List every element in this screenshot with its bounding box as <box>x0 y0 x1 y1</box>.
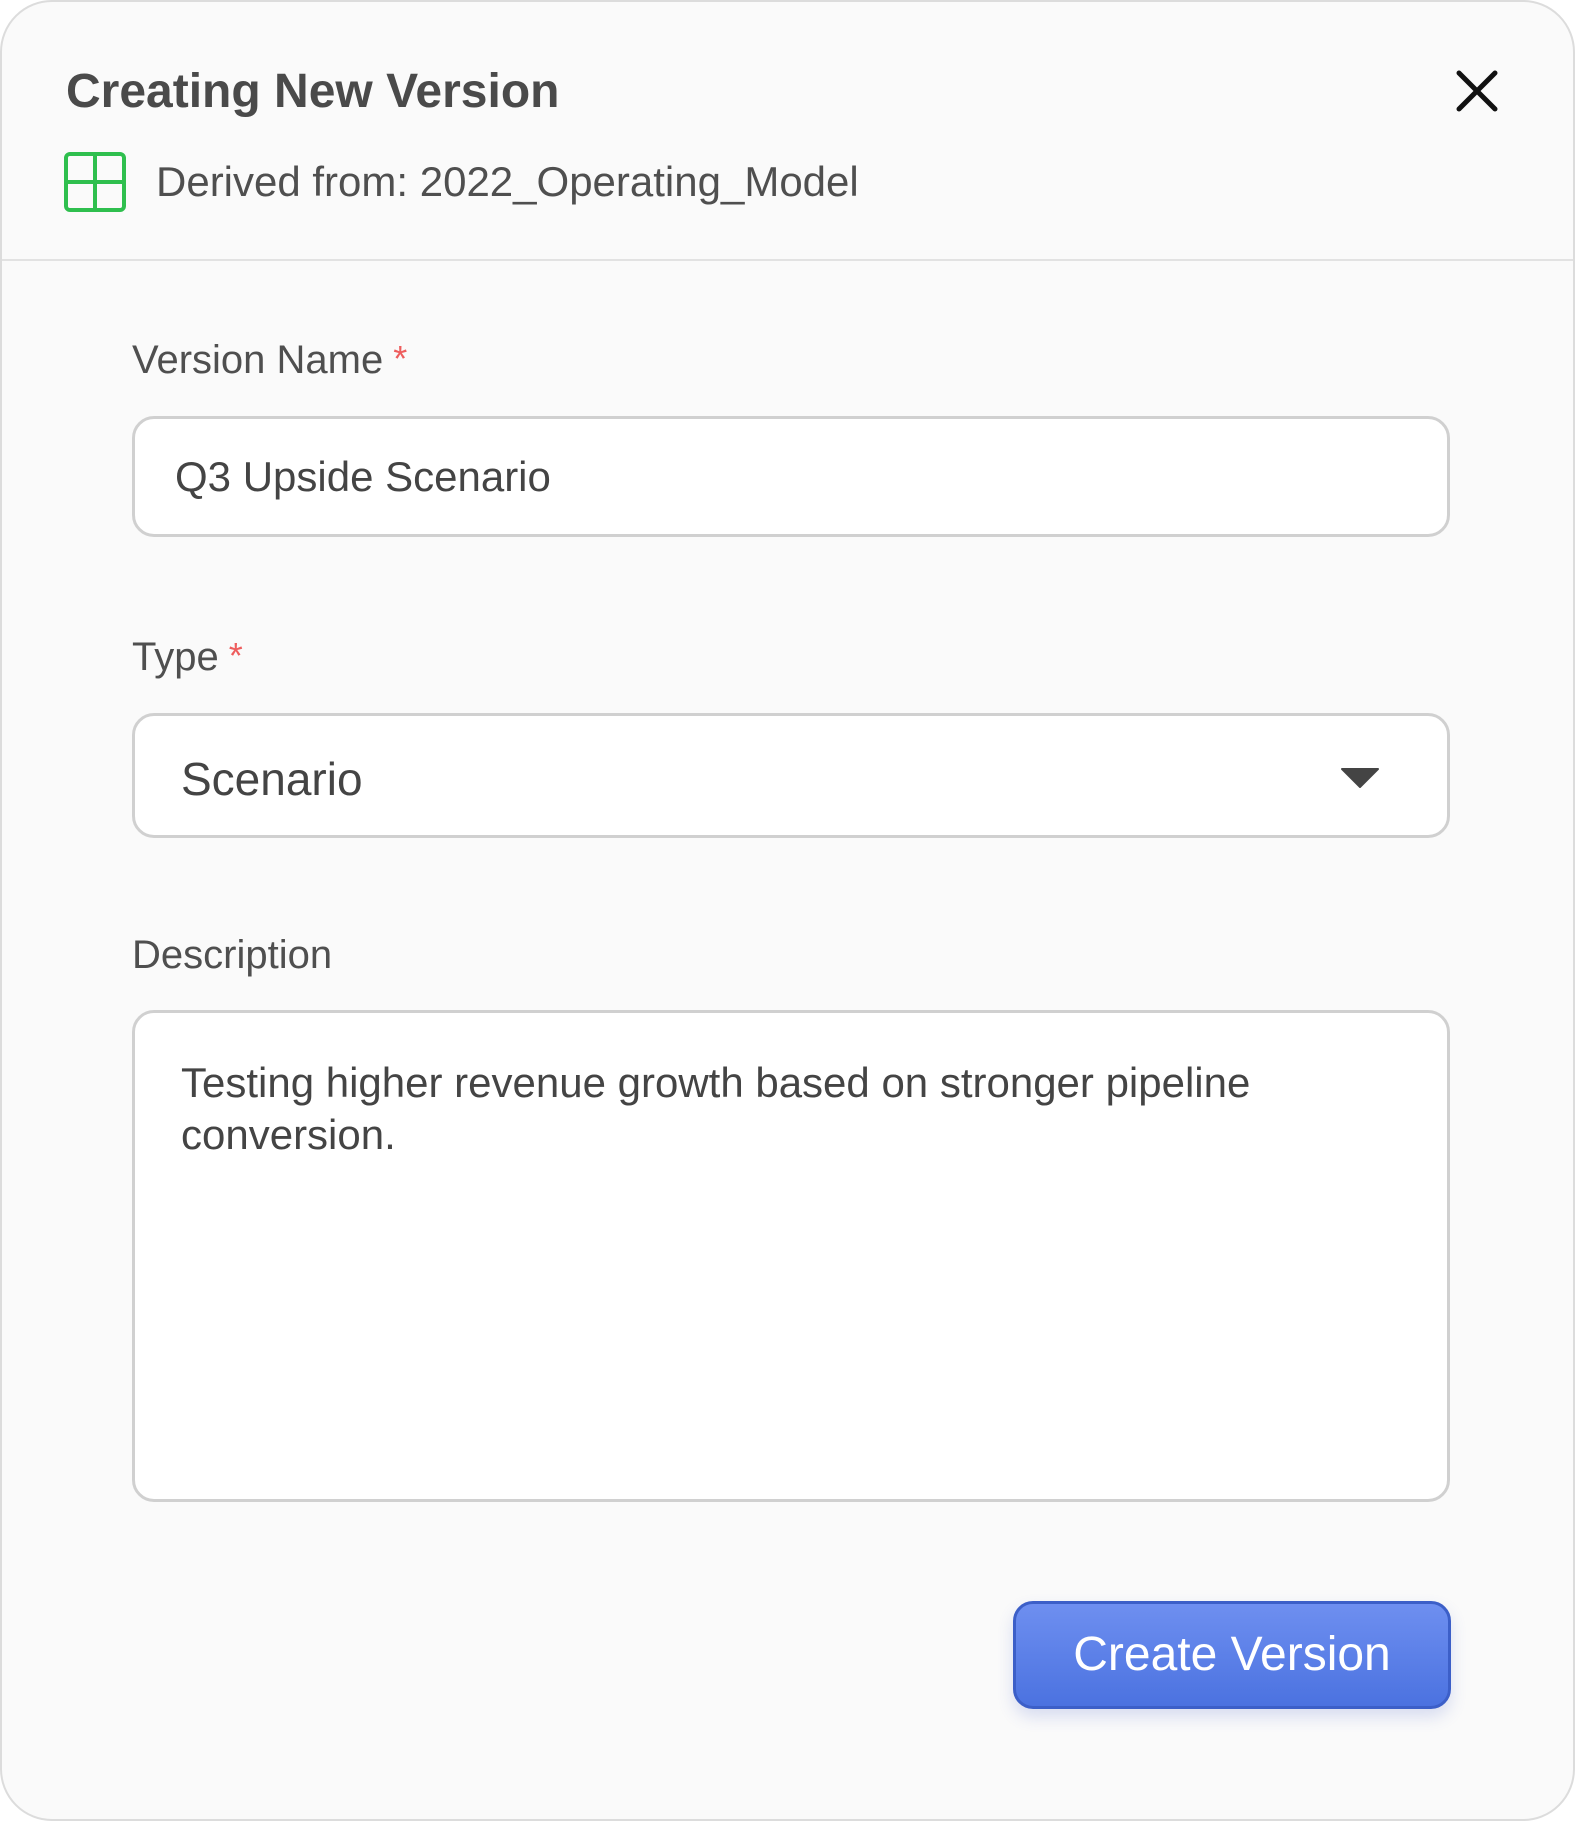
close-icon <box>1456 70 1498 112</box>
version-name-field[interactable] <box>132 416 1450 537</box>
type-label: Type * <box>132 635 243 680</box>
derived-from-text: Derived from: 2022_Operating_Model <box>156 158 859 205</box>
type-selected-value: Scenario <box>181 753 363 805</box>
version-name-label: Version Name * <box>132 338 407 383</box>
type-label-text: Type <box>132 635 219 679</box>
dialog-title: Creating New Version <box>66 65 560 118</box>
close-button[interactable] <box>1452 66 1502 116</box>
description-textarea[interactable]: Testing higher revenue growth based on s… <box>181 1057 1411 1477</box>
required-asterisk: * <box>393 338 408 379</box>
version-name-input[interactable] <box>175 419 1375 534</box>
type-select[interactable]: Scenario <box>132 713 1450 838</box>
version-name-label-text: Version Name <box>132 338 384 382</box>
description-label: Description <box>132 933 333 977</box>
description-field[interactable]: Testing higher revenue growth based on s… <box>132 1010 1450 1502</box>
dialog-header: Creating New Version Derived from: 2022_… <box>2 2 1573 261</box>
caret-down-icon <box>1341 768 1379 788</box>
table-grid-icon <box>64 152 126 212</box>
required-asterisk: * <box>228 635 243 676</box>
create-version-button[interactable]: Create Version <box>1013 1601 1451 1709</box>
create-version-dialog: Creating New Version Derived from: 2022_… <box>0 0 1575 1821</box>
